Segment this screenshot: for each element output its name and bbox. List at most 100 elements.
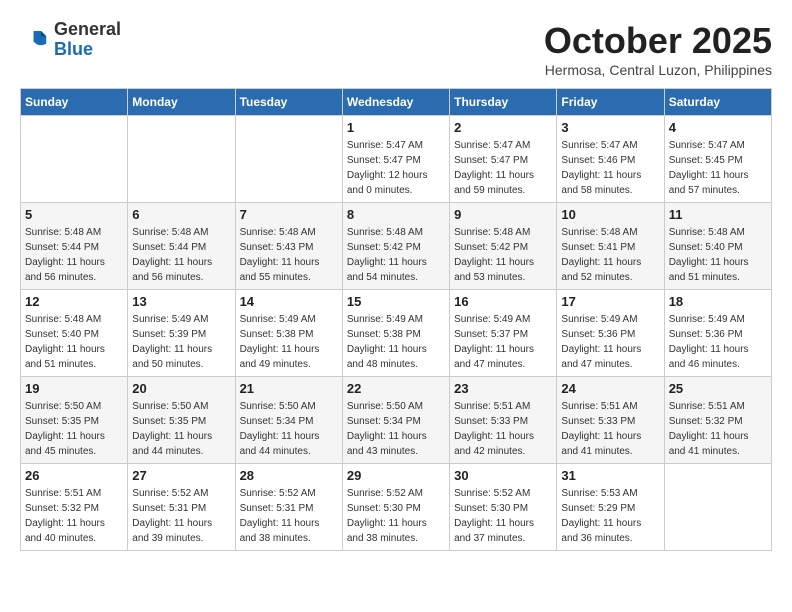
day-info: Sunrise: 5:48 AMSunset: 5:43 PMDaylight:… [240, 225, 338, 285]
day-info: Sunrise: 5:49 AMSunset: 5:38 PMDaylight:… [347, 312, 445, 372]
calendar-cell: 30 Sunrise: 5:52 AMSunset: 5:30 PMDayligh… [450, 464, 557, 551]
calendar-cell: 1 Sunrise: 5:47 AMSunset: 5:47 PMDaylight… [342, 116, 449, 203]
day-info: Sunrise: 5:47 AMSunset: 5:45 PMDaylight:… [669, 138, 767, 198]
day-number: 12 [25, 294, 123, 309]
calendar-week-row: 19Sunrise: 5:50 AMSunset: 5:35 PMDayligh… [21, 377, 772, 464]
weekday-header-monday: Monday [128, 89, 235, 116]
calendar-cell [664, 464, 771, 551]
weekday-header-friday: Friday [557, 89, 664, 116]
day-info: Sunrise: 5:49 AMSunset: 5:36 PMDaylight:… [561, 312, 659, 372]
day-info: Sunrise: 5:49 AMSunset: 5:39 PMDaylight:… [132, 312, 230, 372]
weekday-header-sunday: Sunday [21, 89, 128, 116]
day-info: Sunrise: 5:49 AMSunset: 5:36 PMDaylight:… [669, 312, 767, 372]
day-info: Sunrise: 5:50 AMSunset: 5:34 PMDaylight:… [347, 399, 445, 459]
day-number: 15 [347, 294, 445, 309]
day-number: 18 [669, 294, 767, 309]
day-info: Sunrise: 5:49 AMSunset: 5:38 PMDaylight:… [240, 312, 338, 372]
day-info: Sunrise: 5:48 AMSunset: 5:44 PMDaylight:… [25, 225, 123, 285]
day-info: Sunrise: 5:52 AMSunset: 5:30 PMDaylight:… [347, 486, 445, 546]
day-number: 1 [347, 120, 445, 135]
calendar-cell: 27 Sunrise: 5:52 AMSunset: 5:31 PMDayligh… [128, 464, 235, 551]
calendar-cell: 12 Sunrise: 5:48 AMSunset: 5:40 PMDayligh… [21, 290, 128, 377]
day-info: Sunrise: 5:51 AMSunset: 5:33 PMDaylight:… [454, 399, 552, 459]
calendar-week-row: 26Sunrise: 5:51 AMSunset: 5:32 PMDayligh… [21, 464, 772, 551]
day-number: 24 [561, 381, 659, 396]
weekday-header-wednesday: Wednesday [342, 89, 449, 116]
calendar-cell: 5Sunrise: 5:48 AMSunset: 5:44 PMDaylight… [21, 203, 128, 290]
day-number: 2 [454, 120, 552, 135]
weekday-header-thursday: Thursday [450, 89, 557, 116]
day-info: Sunrise: 5:52 AMSunset: 5:31 PMDaylight:… [240, 486, 338, 546]
calendar-cell: 20 Sunrise: 5:50 AMSunset: 5:35 PMDayligh… [128, 377, 235, 464]
location-subtitle: Hermosa, Central Luzon, Philippines [544, 62, 772, 78]
calendar-cell: 6 Sunrise: 5:48 AMSunset: 5:44 PMDaylight… [128, 203, 235, 290]
calendar-cell [235, 116, 342, 203]
day-info: Sunrise: 5:51 AMSunset: 5:32 PMDaylight:… [25, 486, 123, 546]
day-number: 7 [240, 207, 338, 222]
day-info: Sunrise: 5:50 AMSunset: 5:35 PMDaylight:… [25, 399, 123, 459]
calendar-cell: 16 Sunrise: 5:49 AMSunset: 5:37 PMDayligh… [450, 290, 557, 377]
month-title: October 2025 [544, 20, 772, 62]
calendar-cell: 18 Sunrise: 5:49 AMSunset: 5:36 PMDayligh… [664, 290, 771, 377]
calendar-header-row: SundayMondayTuesdayWednesdayThursdayFrid… [21, 89, 772, 116]
day-number: 21 [240, 381, 338, 396]
day-number: 31 [561, 468, 659, 483]
day-number: 10 [561, 207, 659, 222]
day-info: Sunrise: 5:48 AMSunset: 5:40 PMDaylight:… [25, 312, 123, 372]
day-info: Sunrise: 5:47 AMSunset: 5:47 PMDaylight:… [454, 138, 552, 198]
logo-text: General Blue [54, 20, 121, 60]
calendar-cell: 9Sunrise: 5:48 AMSunset: 5:42 PMDaylight… [450, 203, 557, 290]
day-number: 6 [132, 207, 230, 222]
calendar-cell [21, 116, 128, 203]
calendar-cell: 3Sunrise: 5:47 AMSunset: 5:46 PMDaylight… [557, 116, 664, 203]
day-number: 23 [454, 381, 552, 396]
calendar-cell: 31 Sunrise: 5:53 AMSunset: 5:29 PMDayligh… [557, 464, 664, 551]
day-info: Sunrise: 5:48 AMSunset: 5:44 PMDaylight:… [132, 225, 230, 285]
calendar-cell: 22 Sunrise: 5:50 AMSunset: 5:34 PMDayligh… [342, 377, 449, 464]
calendar-cell: 24Sunrise: 5:51 AMSunset: 5:33 PMDayligh… [557, 377, 664, 464]
day-number: 4 [669, 120, 767, 135]
calendar-cell: 17Sunrise: 5:49 AMSunset: 5:36 PMDayligh… [557, 290, 664, 377]
day-number: 29 [347, 468, 445, 483]
day-number: 13 [132, 294, 230, 309]
calendar-week-row: 1 Sunrise: 5:47 AMSunset: 5:47 PMDaylight… [21, 116, 772, 203]
day-info: Sunrise: 5:47 AMSunset: 5:47 PMDaylight:… [347, 138, 445, 198]
day-number: 22 [347, 381, 445, 396]
day-number: 27 [132, 468, 230, 483]
logo-icon [20, 25, 50, 55]
calendar-cell: 11Sunrise: 5:48 AMSunset: 5:40 PMDayligh… [664, 203, 771, 290]
calendar-week-row: 12 Sunrise: 5:48 AMSunset: 5:40 PMDayligh… [21, 290, 772, 377]
calendar-cell: 28 Sunrise: 5:52 AMSunset: 5:31 PMDayligh… [235, 464, 342, 551]
day-info: Sunrise: 5:53 AMSunset: 5:29 PMDaylight:… [561, 486, 659, 546]
day-number: 20 [132, 381, 230, 396]
weekday-header-tuesday: Tuesday [235, 89, 342, 116]
day-info: Sunrise: 5:50 AMSunset: 5:35 PMDaylight:… [132, 399, 230, 459]
calendar-table: SundayMondayTuesdayWednesdayThursdayFrid… [20, 88, 772, 551]
day-number: 30 [454, 468, 552, 483]
calendar-cell: 29 Sunrise: 5:52 AMSunset: 5:30 PMDayligh… [342, 464, 449, 551]
day-number: 28 [240, 468, 338, 483]
day-info: Sunrise: 5:49 AMSunset: 5:37 PMDaylight:… [454, 312, 552, 372]
weekday-header-saturday: Saturday [664, 89, 771, 116]
calendar-cell: 25Sunrise: 5:51 AMSunset: 5:32 PMDayligh… [664, 377, 771, 464]
day-info: Sunrise: 5:52 AMSunset: 5:30 PMDaylight:… [454, 486, 552, 546]
day-info: Sunrise: 5:48 AMSunset: 5:40 PMDaylight:… [669, 225, 767, 285]
calendar-week-row: 5Sunrise: 5:48 AMSunset: 5:44 PMDaylight… [21, 203, 772, 290]
day-info: Sunrise: 5:50 AMSunset: 5:34 PMDaylight:… [240, 399, 338, 459]
day-number: 14 [240, 294, 338, 309]
calendar-cell [128, 116, 235, 203]
calendar-cell: 2 Sunrise: 5:47 AMSunset: 5:47 PMDaylight… [450, 116, 557, 203]
calendar-cell: 10 Sunrise: 5:48 AMSunset: 5:41 PMDayligh… [557, 203, 664, 290]
day-info: Sunrise: 5:48 AMSunset: 5:41 PMDaylight:… [561, 225, 659, 285]
day-info: Sunrise: 5:48 AMSunset: 5:42 PMDaylight:… [347, 225, 445, 285]
calendar-cell: 26Sunrise: 5:51 AMSunset: 5:32 PMDayligh… [21, 464, 128, 551]
day-info: Sunrise: 5:52 AMSunset: 5:31 PMDaylight:… [132, 486, 230, 546]
calendar-cell: 15 Sunrise: 5:49 AMSunset: 5:38 PMDayligh… [342, 290, 449, 377]
day-number: 16 [454, 294, 552, 309]
day-info: Sunrise: 5:51 AMSunset: 5:32 PMDaylight:… [669, 399, 767, 459]
calendar-cell: 13 Sunrise: 5:49 AMSunset: 5:39 PMDayligh… [128, 290, 235, 377]
calendar-cell: 21 Sunrise: 5:50 AMSunset: 5:34 PMDayligh… [235, 377, 342, 464]
day-number: 9 [454, 207, 552, 222]
page-header: General Blue October 2025 Hermosa, Centr… [20, 20, 772, 78]
calendar-cell: 14 Sunrise: 5:49 AMSunset: 5:38 PMDayligh… [235, 290, 342, 377]
